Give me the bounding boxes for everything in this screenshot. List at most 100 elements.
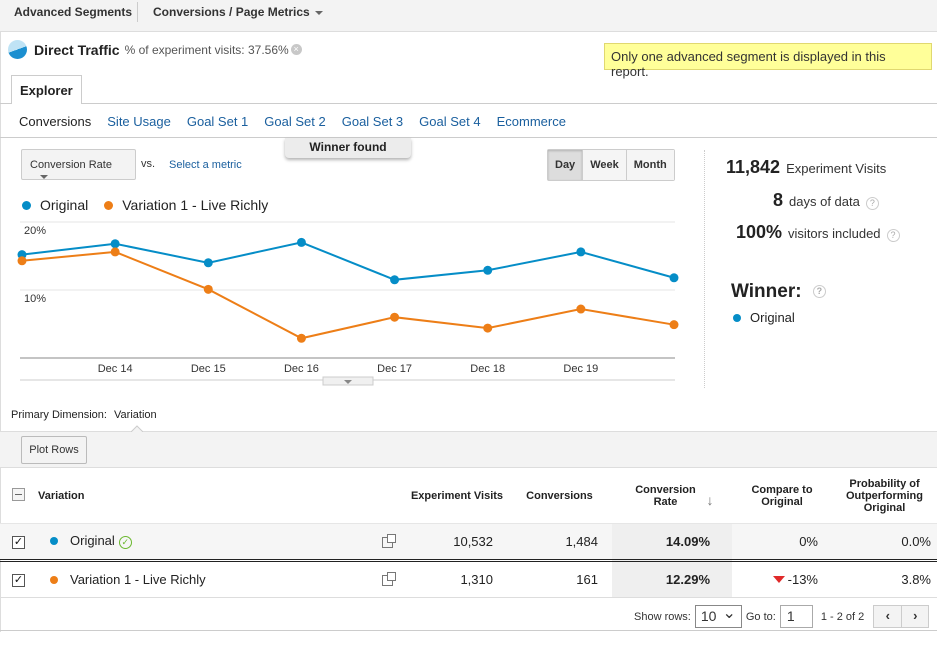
- days-label: days of data: [789, 194, 860, 209]
- compare-value: -13%: [787, 571, 818, 587]
- winner-item: Original: [733, 310, 795, 325]
- help-icon[interactable]: ?: [865, 197, 879, 210]
- period-toggle: Day Week Month: [547, 149, 675, 181]
- period-month-button[interactable]: Month: [625, 150, 674, 180]
- winner-check-icon: ✓: [118, 535, 132, 549]
- open-external-icon[interactable]: [381, 533, 396, 548]
- series-line-original: [21, 241, 675, 281]
- winner-dot: [733, 313, 741, 322]
- legend-dot-original: [22, 200, 31, 210]
- row-name: Variation 1 - Live Richly: [70, 571, 206, 587]
- chevron-down-icon: [314, 10, 323, 15]
- remove-segment-icon[interactable]: ×: [290, 44, 302, 55]
- segment-notice: Only one advanced segment is displayed i…: [604, 43, 932, 79]
- header-conversion-rate-label: Conversion Rate: [635, 483, 696, 508]
- visits-label: Experiment Visits: [786, 161, 887, 176]
- subnav-conversions[interactable]: Conversions: [19, 114, 91, 129]
- vs-label: vs.: [141, 158, 156, 170]
- chevron-down-icon: [40, 175, 48, 180]
- goto-input[interactable]: 1: [779, 605, 813, 628]
- help-icon[interactable]: ?: [886, 229, 900, 242]
- metric-select-label: Conversion Rate: [30, 159, 112, 171]
- tab-explorer[interactable]: Explorer: [11, 75, 82, 104]
- x-tick-label: Dec 15: [191, 363, 226, 375]
- cell-compare: -13%: [732, 560, 832, 598]
- table-pagination: Show rows: 10 Go to: 1 1 - 2 of 2 ‹ ›: [634, 603, 930, 628]
- table-header-row: Variation Experiment Visits Conversions …: [0, 469, 937, 523]
- period-day-button[interactable]: Day: [548, 150, 583, 180]
- days-value: 8: [773, 190, 784, 210]
- select-all-checkbox[interactable]: [12, 487, 25, 501]
- cell-visits: 1,310: [407, 560, 507, 598]
- header-probability[interactable]: Probability of Outperforming Original: [832, 469, 937, 523]
- pager: ‹ ›: [873, 605, 930, 628]
- data-point-original: [390, 275, 400, 285]
- x-tick-label: Dec 19: [563, 363, 598, 375]
- series-line-variation: [21, 250, 675, 340]
- data-point-variation: [669, 320, 679, 330]
- stat-experiment-visits: 11,842 Experiment Visits: [726, 157, 886, 178]
- subnav-divider: [0, 137, 937, 138]
- subnav-goal-set-2[interactable]: Goal Set 2: [264, 114, 325, 129]
- metric-group-nav: Conversions Site Usage Goal Set 1 Goal S…: [19, 114, 566, 129]
- cell-probability: 0.0%: [832, 522, 937, 562]
- series-dot-variation: [50, 575, 58, 584]
- table-row[interactable]: ✓ Variation 1 - Live Richly 1,310 161 12…: [0, 560, 937, 598]
- visits-value: 11,842: [726, 157, 781, 177]
- data-point-original: [576, 247, 586, 257]
- segment-subtitle: % of experiment visits: 37.56%: [124, 42, 289, 57]
- winner-heading: Winner: ?: [731, 281, 826, 303]
- header-variation[interactable]: Variation: [37, 469, 367, 523]
- advanced-segments-button[interactable]: Advanced Segments: [14, 5, 132, 19]
- data-point-original: [110, 239, 120, 249]
- x-tick-label: Dec 17: [377, 363, 412, 375]
- header-experiment-visits[interactable]: Experiment Visits: [407, 469, 507, 523]
- period-week-button[interactable]: Week: [582, 150, 626, 180]
- next-page-button[interactable]: ›: [901, 606, 929, 627]
- select-metric-link[interactable]: Select a metric: [169, 159, 242, 171]
- help-icon[interactable]: ?: [812, 285, 826, 299]
- cell-probability: 3.8%: [832, 560, 937, 598]
- data-point-original: [483, 265, 493, 275]
- row-checkbox[interactable]: ✓: [12, 574, 25, 587]
- winner-found-banner: Winner found: [285, 138, 411, 158]
- primary-dimension-value[interactable]: Variation: [114, 409, 157, 421]
- row-checkbox[interactable]: ✓: [12, 536, 25, 549]
- data-point-variation: [17, 256, 27, 266]
- series-dot-original: [50, 537, 58, 546]
- metrics-menu[interactable]: Conversions / Page Metrics: [153, 5, 323, 19]
- stats-divider: [704, 150, 705, 388]
- header-conversion-rate[interactable]: Conversion Rate ↓: [612, 469, 732, 523]
- winner-name: Original: [750, 310, 795, 325]
- show-rows-label: Show rows:: [634, 610, 691, 623]
- data-point-original: [203, 258, 213, 268]
- winner-title: Winner:: [731, 281, 802, 302]
- goto-label: Go to:: [745, 610, 776, 623]
- subnav-goal-set-4[interactable]: Goal Set 4: [419, 114, 480, 129]
- subnav-goal-set-1[interactable]: Goal Set 1: [187, 114, 248, 129]
- variations-table: Variation Experiment Visits Conversions …: [0, 469, 937, 598]
- open-external-icon[interactable]: [381, 571, 396, 586]
- data-point-variation: [110, 247, 120, 257]
- visitors-label: visitors included: [788, 226, 881, 241]
- subnav-site-usage[interactable]: Site Usage: [107, 114, 171, 129]
- data-point-original: [669, 273, 679, 283]
- subnav-ecommerce[interactable]: Ecommerce: [497, 114, 566, 129]
- table-row[interactable]: ✓ Original ✓ 10,532 1,484 14.09% 0% 0.0%: [0, 522, 937, 562]
- data-point-variation: [483, 323, 493, 333]
- metric-select[interactable]: Conversion Rate: [21, 149, 136, 180]
- header-conversions[interactable]: Conversions: [507, 469, 612, 523]
- down-arrow-icon: [772, 575, 785, 583]
- segment-pie-icon: [8, 40, 27, 59]
- plot-rows-button[interactable]: Plot Rows: [21, 436, 87, 464]
- subnav-goal-set-3[interactable]: Goal Set 3: [342, 114, 403, 129]
- x-tick-label: Dec 14: [98, 363, 133, 375]
- x-tick-label: Dec 16: [284, 363, 319, 375]
- show-rows-select[interactable]: 10: [694, 603, 742, 628]
- stat-days: 8 days of data ?: [773, 190, 879, 211]
- prev-page-button[interactable]: ‹: [874, 606, 902, 627]
- cell-conversion-rate: 12.29%: [612, 560, 732, 598]
- metrics-menu-label: Conversions / Page Metrics: [153, 5, 310, 19]
- header-compare[interactable]: Compare to Original: [732, 469, 832, 523]
- data-point-variation: [390, 312, 400, 322]
